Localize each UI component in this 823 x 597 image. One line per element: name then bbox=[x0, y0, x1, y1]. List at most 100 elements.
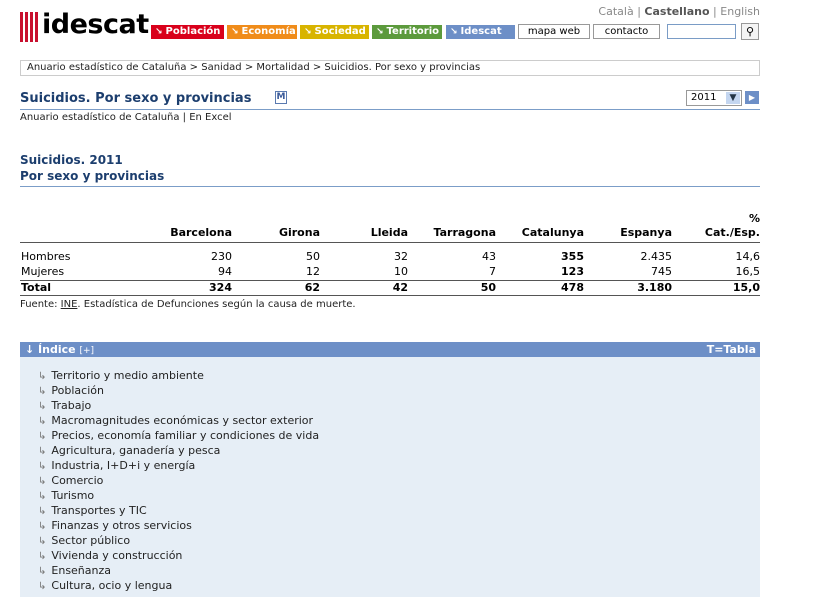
table-row: Hombres 230 50 32 43 355 2.435 14,6 bbox=[20, 250, 760, 265]
index-item-label: Enseñanza bbox=[51, 564, 112, 577]
row-label: Hombres bbox=[21, 250, 71, 263]
column-header: Barcelona bbox=[170, 226, 232, 239]
index-item-label: Comercio bbox=[51, 474, 104, 487]
column-header: Espanya bbox=[620, 226, 672, 239]
cell: 3.180 bbox=[637, 281, 672, 294]
index-item-label: Trabajo bbox=[51, 399, 92, 412]
metadata-icon[interactable]: M bbox=[275, 91, 287, 104]
lang-separator: | bbox=[713, 5, 717, 18]
index-header[interactable]: ↓ Índice [+] T=Tabla bbox=[20, 342, 760, 357]
cell: 230 bbox=[211, 250, 232, 263]
lang-separator: | bbox=[637, 5, 641, 18]
contacto-button[interactable]: contacto bbox=[593, 24, 660, 39]
cell: 123 bbox=[561, 265, 584, 278]
index-item-label: Precios, economía familiar y condiciones… bbox=[51, 429, 320, 442]
page-subtitle[interactable]: Anuario estadístico de Cataluña | En Exc… bbox=[20, 112, 232, 123]
index-item-label: Macromagnitudes económicas y sector exte… bbox=[51, 414, 314, 427]
nav-tab-economia[interactable]: ↘ Economía bbox=[227, 25, 297, 39]
table-row-total: Total 324 62 42 50 478 3.180 15,0 bbox=[20, 281, 760, 296]
sub-arrow-icon: ↳ bbox=[38, 416, 47, 427]
logo-text: idescat bbox=[42, 9, 149, 40]
year-select[interactable]: 2011 ▼ bbox=[686, 90, 742, 106]
index-item[interactable]: ↳ Agricultura, ganadería y pesca bbox=[38, 444, 220, 457]
cell: 50 bbox=[480, 281, 496, 294]
cell: 355 bbox=[561, 250, 584, 263]
cell: 32 bbox=[394, 250, 408, 263]
index-item-label: Cultura, ocio y lengua bbox=[51, 579, 173, 592]
column-header: Catalunya bbox=[521, 226, 584, 239]
column-header-pct: % bbox=[748, 212, 760, 225]
sub-arrow-icon: ↳ bbox=[38, 371, 47, 382]
year-value: 2011 bbox=[691, 92, 717, 103]
row-label: Total bbox=[21, 281, 52, 294]
nav-tab-label: Economía bbox=[241, 26, 296, 37]
nav-tab-label: Territorio bbox=[386, 26, 439, 37]
language-switcher: Català | Castellano | English bbox=[598, 5, 760, 18]
index-item-label: Territorio y medio ambiente bbox=[51, 369, 204, 382]
index-item[interactable]: ↳ Transportes y TIC bbox=[38, 504, 147, 517]
chevron-down-icon[interactable]: ▼ bbox=[726, 92, 740, 104]
cell: 16,5 bbox=[735, 265, 761, 278]
cell: 62 bbox=[304, 281, 320, 294]
arrow-icon: ↘ bbox=[231, 27, 239, 37]
lang-castellano: Castellano bbox=[644, 5, 710, 18]
index-legend: T=Tabla bbox=[706, 343, 756, 356]
nav-tab-sociedad[interactable]: ↘ Sociedad bbox=[300, 25, 369, 39]
divider bbox=[20, 186, 760, 187]
index-item[interactable]: ↳ Trabajo bbox=[38, 399, 91, 412]
index-item[interactable]: ↳ Vivienda y construcción bbox=[38, 549, 182, 562]
cell: 94 bbox=[218, 265, 232, 278]
index-item[interactable]: ↳ Industria, I+D+i y energía bbox=[38, 459, 195, 472]
arrow-icon: ↘ bbox=[450, 27, 458, 37]
cell: 43 bbox=[482, 250, 496, 263]
sub-arrow-icon: ↳ bbox=[38, 476, 47, 487]
sub-arrow-icon: ↳ bbox=[38, 536, 47, 547]
column-header: Girona bbox=[278, 226, 320, 239]
cell: 745 bbox=[651, 265, 672, 278]
index-item[interactable]: ↳ Sector público bbox=[38, 534, 130, 547]
divider bbox=[20, 295, 760, 296]
index-item[interactable]: ↳ Comercio bbox=[38, 474, 103, 487]
breadcrumb[interactable]: Anuario estadístico de Cataluña > Sanida… bbox=[20, 60, 760, 76]
index-item[interactable]: ↳ Enseñanza bbox=[38, 564, 111, 577]
senyera-icon bbox=[20, 12, 40, 42]
cell: 50 bbox=[306, 250, 320, 263]
row-label: Mujeres bbox=[21, 265, 65, 278]
index-item-label: Industria, I+D+i y energía bbox=[51, 459, 196, 472]
cell: 14,6 bbox=[735, 250, 761, 263]
index-item[interactable]: ↳ Macromagnitudes económicas y sector ext… bbox=[38, 414, 313, 427]
table-row: Mujeres 94 12 10 7 123 745 16,5 bbox=[20, 265, 760, 280]
index-item[interactable]: ↳ Precios, economía familiar y condicione… bbox=[38, 429, 319, 442]
nav-tab-label: Sociedad bbox=[314, 26, 366, 37]
index-item-label: Vivienda y construcción bbox=[51, 549, 183, 562]
nav-tab-territorio[interactable]: ↘ Territorio bbox=[372, 25, 442, 39]
index-item-label: Sector público bbox=[51, 534, 131, 547]
search-icon[interactable]: ⚲ bbox=[741, 23, 759, 40]
sub-arrow-icon: ↳ bbox=[38, 401, 47, 412]
cell: 478 bbox=[561, 281, 584, 294]
search-input[interactable] bbox=[667, 24, 736, 39]
index-item[interactable]: ↳ Población bbox=[38, 384, 104, 397]
index-item[interactable]: ↳ Cultura, ocio y lengua bbox=[38, 579, 172, 592]
mapa-web-button[interactable]: mapa web bbox=[518, 24, 590, 39]
expand-toggle[interactable]: [+] bbox=[79, 346, 94, 356]
arrow-icon: ↘ bbox=[304, 27, 312, 37]
lang-catala[interactable]: Català bbox=[598, 5, 633, 18]
nav-tab-label: Población bbox=[165, 26, 221, 37]
index-item[interactable]: ↳ Turismo bbox=[38, 489, 94, 502]
index-item[interactable]: ↳ Territorio y medio ambiente bbox=[38, 369, 204, 382]
cell: 42 bbox=[392, 281, 408, 294]
nav-tab-idescat[interactable]: ↘ Idescat bbox=[446, 25, 515, 39]
index-item-label: Transportes y TIC bbox=[51, 504, 147, 517]
index-title[interactable]: ↓ Índice bbox=[25, 343, 76, 356]
index-item-label: Finanzas y otros servicios bbox=[51, 519, 192, 532]
cell: 7 bbox=[489, 265, 496, 278]
next-arrow-icon[interactable]: ▶ bbox=[745, 91, 759, 104]
index-item-label: Agricultura, ganadería y pesca bbox=[51, 444, 221, 457]
index-item[interactable]: ↳ Finanzas y otros servicios bbox=[38, 519, 192, 532]
sub-arrow-icon: ↳ bbox=[38, 506, 47, 517]
divider bbox=[20, 109, 760, 110]
lang-english[interactable]: English bbox=[720, 5, 760, 18]
nav-tab-poblacion[interactable]: ↘ Población bbox=[151, 25, 224, 39]
source-link-ine[interactable]: INE bbox=[61, 299, 78, 310]
